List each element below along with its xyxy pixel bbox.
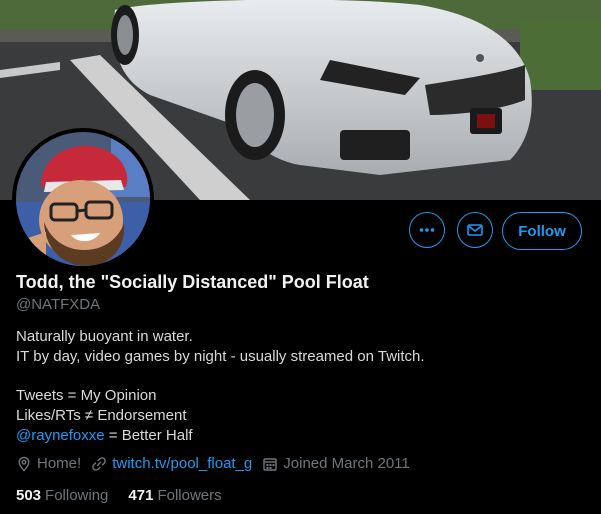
- location-pin-icon: [18, 456, 30, 472]
- profile-bio: Naturally buoyant in water. IT by day, v…: [16, 327, 425, 446]
- avatar[interactable]: [12, 128, 154, 270]
- bio-line: IT by day, video games by night - usuall…: [16, 347, 425, 365]
- bio-line: Likes/RTs ≠ Endorsement: [16, 407, 187, 425]
- following-label: Following: [45, 487, 109, 504]
- follow-button[interactable]: Follow: [502, 212, 582, 250]
- avatar-image: [16, 132, 150, 266]
- message-button[interactable]: [457, 212, 493, 248]
- mention-suffix: = Better Half: [104, 426, 193, 444]
- bio-line: @raynefoxxe = Better Half: [16, 426, 425, 446]
- following-stat[interactable]: 503 Following: [16, 487, 108, 504]
- profile-name: Todd, the "Socially Distanced" Pool Floa…: [16, 272, 369, 292]
- joined-item: Joined March 2011: [262, 455, 410, 472]
- followers-label: Followers: [157, 487, 222, 504]
- more-icon: [419, 228, 435, 232]
- website-link[interactable]: twitch.tv/pool_float_g: [112, 455, 252, 472]
- calendar-icon: [263, 457, 277, 471]
- location-text: Home!: [37, 455, 82, 472]
- following-count: 503: [16, 487, 42, 504]
- more-button[interactable]: [409, 212, 445, 248]
- envelope-icon: [467, 224, 483, 236]
- profile-stats: 503 Following 471 Followers: [16, 487, 242, 504]
- location-item: Home!: [16, 455, 81, 472]
- bio-line: Tweets = My Opinion: [16, 387, 157, 405]
- joined-text: Joined March 2011: [283, 455, 410, 472]
- website-item: twitch.tv/pool_float_g: [91, 455, 252, 472]
- followers-count: 471: [128, 487, 154, 504]
- profile-meta: Home! twitch.tv/pool_float_g Joined Marc…: [16, 455, 420, 472]
- link-icon: [92, 456, 106, 471]
- profile-handle: @NATFXDA: [16, 296, 101, 313]
- followers-stat[interactable]: 471 Followers: [128, 487, 221, 504]
- bio-line: Naturally buoyant in water.: [16, 328, 193, 345]
- mention-link[interactable]: @raynefoxxe: [16, 427, 105, 444]
- bio-line: [16, 367, 425, 387]
